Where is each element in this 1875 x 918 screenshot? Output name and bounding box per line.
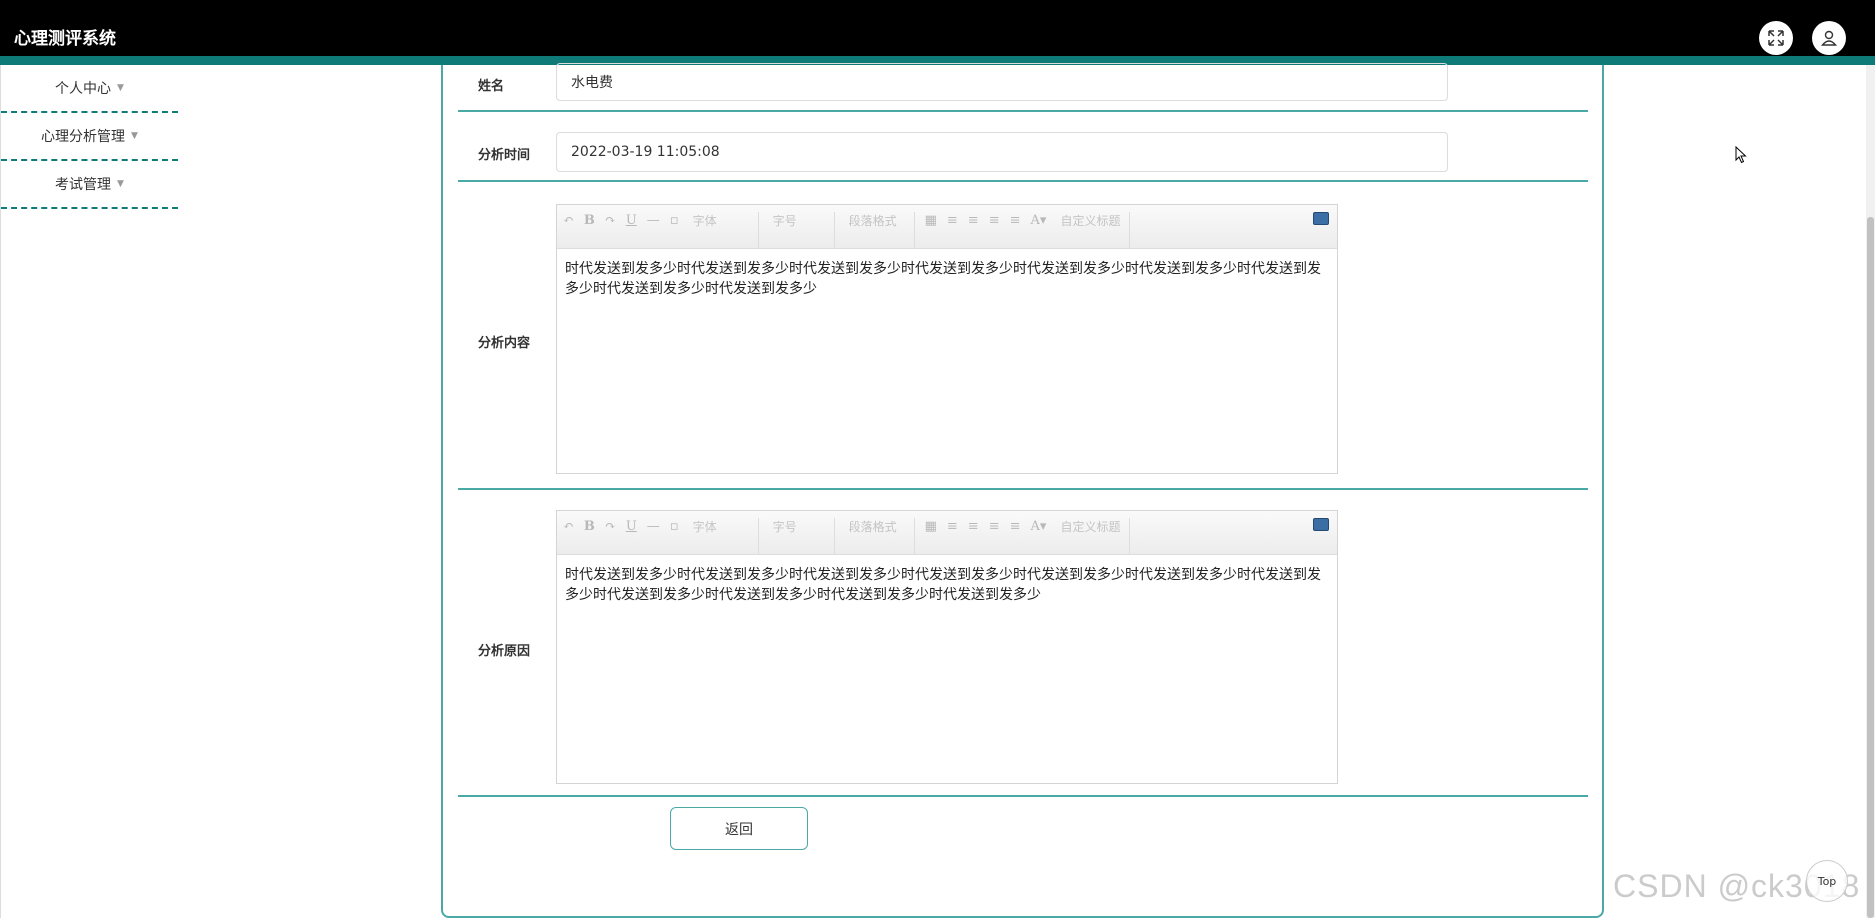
app-title: 心理测评系统 — [14, 29, 116, 49]
table-icon[interactable]: ▦ — [925, 212, 937, 230]
user-button[interactable] — [1812, 21, 1846, 55]
fullscreen-button[interactable] — [1759, 21, 1793, 55]
reason-row: 分析原因 ↶ B ↷ U — ▫ 字体 字号 段落格式 ▦ ≡ ≡ ≡ ≡ A▾… — [458, 490, 1588, 797]
custom-title-select[interactable]: 自定义标题 — [1056, 212, 1131, 248]
name-label: 姓名 — [478, 79, 505, 94]
sidebar-item-analysis-management[interactable]: 心理分析管理 ▼ — [1, 113, 178, 161]
source-code-icon[interactable] — [1313, 518, 1329, 531]
undo-icon[interactable]: ↶ — [563, 212, 574, 230]
sidebar-item-personal-center[interactable]: 个人中心 ▼ — [1, 65, 178, 113]
font-select[interactable]: 字体 — [689, 518, 759, 554]
analysis-time-field[interactable]: 2022-03-19 11:05:08 — [556, 132, 1448, 172]
clear-format-icon[interactable]: ▫ — [670, 518, 679, 536]
align-left-icon[interactable]: ≡ — [947, 518, 958, 536]
horizontal-rule-icon[interactable]: — — [647, 518, 660, 536]
align-right-icon[interactable]: ≡ — [968, 212, 979, 230]
sidebar-item-label: 个人中心 — [55, 81, 112, 97]
undo-icon[interactable]: ↶ — [563, 518, 574, 536]
detail-panel: 姓名 水电费 分析时间 2022-03-19 11:05:08 分析内容 ↶ B… — [441, 63, 1604, 918]
font-select[interactable]: 字体 — [689, 212, 759, 248]
scrollbar-thumb[interactable] — [1867, 217, 1874, 918]
align-justify-icon[interactable]: ≡ — [1010, 518, 1021, 536]
editor-toolbar: ↶ B ↷ U — ▫ 字体 字号 段落格式 ▦ ≡ ≡ ≡ ≡ A▾ 自定义标… — [557, 205, 1337, 249]
content-row: 分析内容 ↶ B ↷ U — ▫ 字体 字号 段落格式 ▦ ≡ ≡ ≡ ≡ A▾… — [458, 182, 1588, 490]
reason-label: 分析原因 — [478, 644, 531, 659]
source-code-icon[interactable] — [1313, 212, 1329, 225]
sidebar-item-label: 心理分析管理 — [41, 129, 126, 145]
page-scrollbar[interactable] — [1866, 65, 1875, 918]
sidebar-item-exam-management[interactable]: 考试管理 ▼ — [1, 161, 178, 209]
redo-icon[interactable]: ↷ — [605, 518, 616, 536]
paragraph-format-select[interactable]: 段落格式 — [845, 518, 915, 554]
content-editor-text[interactable]: 时代发送到发多少时代发送到发多少时代发送到发多少时代发送到发多少时代发送到发多少… — [557, 249, 1337, 309]
reason-rich-editor[interactable]: ↶ B ↷ U — ▫ 字体 字号 段落格式 ▦ ≡ ≡ ≡ ≡ A▾ 自定义标… — [556, 510, 1338, 784]
back-to-top-button[interactable]: Top — [1806, 860, 1848, 902]
align-center-icon[interactable]: ≡ — [989, 212, 1000, 230]
name-row: 姓名 水电费 — [458, 63, 1588, 112]
horizontal-rule-icon[interactable]: — — [647, 212, 660, 230]
font-color-icon[interactable]: A▾ — [1031, 518, 1047, 536]
caret-down-icon: ▼ — [117, 83, 124, 93]
reason-editor-text[interactable]: 时代发送到发多少时代发送到发多少时代发送到发多少时代发送到发多少时代发送到发多少… — [557, 555, 1337, 615]
name-field[interactable]: 水电费 — [556, 63, 1448, 101]
back-button[interactable]: 返回 — [670, 807, 808, 850]
custom-title-select[interactable]: 自定义标题 — [1056, 518, 1131, 554]
font-size-select[interactable]: 字号 — [769, 212, 835, 248]
font-color-icon[interactable]: A▾ — [1031, 212, 1047, 230]
align-justify-icon[interactable]: ≡ — [1010, 212, 1021, 230]
time-row: 分析时间 2022-03-19 11:05:08 — [458, 112, 1588, 182]
content-label: 分析内容 — [478, 336, 531, 351]
font-size-select[interactable]: 字号 — [769, 518, 835, 554]
align-right-icon[interactable]: ≡ — [968, 518, 979, 536]
sidebar-item-label: 考试管理 — [55, 177, 112, 193]
mouse-cursor-icon — [1735, 146, 1747, 164]
fullscreen-icon — [1768, 30, 1784, 46]
caret-down-icon: ▼ — [131, 131, 138, 141]
table-icon[interactable]: ▦ — [925, 518, 937, 536]
time-label: 分析时间 — [478, 148, 531, 163]
align-center-icon[interactable]: ≡ — [989, 518, 1000, 536]
user-icon — [1821, 30, 1837, 46]
editor-toolbar: ↶ B ↷ U — ▫ 字体 字号 段落格式 ▦ ≡ ≡ ≡ ≡ A▾ 自定义标… — [557, 511, 1337, 555]
sidebar: 个人中心 ▼ 心理分析管理 ▼ 考试管理 ▼ — [0, 65, 178, 918]
underline-icon[interactable]: U — [626, 212, 637, 230]
content-rich-editor[interactable]: ↶ B ↷ U — ▫ 字体 字号 段落格式 ▦ ≡ ≡ ≡ ≡ A▾ 自定义标… — [556, 204, 1338, 474]
top-header: 心理测评系统 — [0, 0, 1875, 56]
underline-icon[interactable]: U — [626, 518, 637, 536]
redo-icon[interactable]: ↷ — [605, 212, 616, 230]
bold-icon[interactable]: B — [584, 518, 595, 536]
paragraph-format-select[interactable]: 段落格式 — [845, 212, 915, 248]
caret-down-icon: ▼ — [117, 179, 124, 189]
clear-format-icon[interactable]: ▫ — [670, 212, 679, 230]
align-left-icon[interactable]: ≡ — [947, 212, 958, 230]
bold-icon[interactable]: B — [584, 212, 595, 230]
